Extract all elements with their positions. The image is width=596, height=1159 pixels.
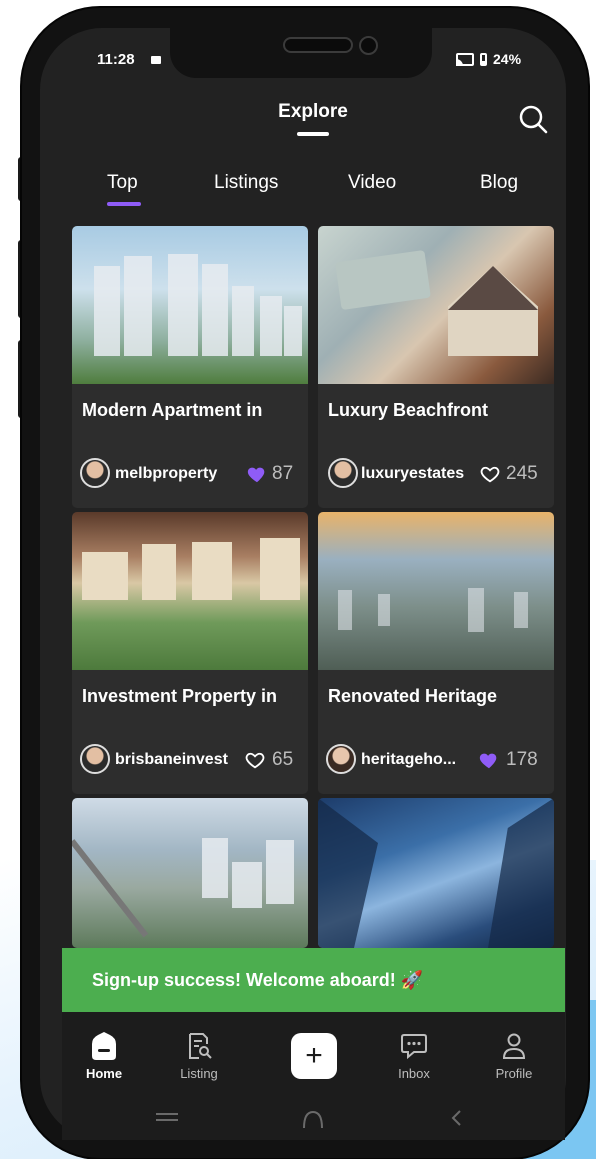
title-underline [297, 132, 329, 136]
listing-image [318, 226, 554, 384]
tab-blog[interactable]: Blog [480, 172, 518, 194]
listing-image [72, 512, 308, 670]
avatar[interactable] [80, 744, 110, 774]
nav-listing-label: Listing [180, 1066, 218, 1081]
plus-icon: + [305, 1039, 323, 1072]
tab-listings[interactable]: Listings [214, 172, 278, 194]
author-name[interactable]: heritageho... [361, 751, 456, 769]
home-icon [92, 1032, 116, 1060]
tab-top[interactable]: Top [107, 172, 138, 194]
listing-title: Investment Property in [82, 686, 278, 706]
active-tab-indicator [107, 202, 141, 206]
heart-outline-icon[interactable] [479, 463, 501, 485]
listing-image [72, 226, 308, 384]
home-gesture-icon[interactable] [301, 1108, 325, 1130]
status-time: 11:28 [97, 51, 135, 68]
nav-inbox[interactable]: Inbox [374, 1032, 454, 1081]
avatar[interactable] [80, 458, 110, 488]
tab-video[interactable]: Video [348, 172, 396, 194]
recent-apps-icon[interactable] [154, 1110, 180, 1124]
nav-home[interactable]: Home [64, 1032, 144, 1081]
page-title: Explore [278, 101, 348, 122]
like-count: 245 [506, 463, 538, 484]
cast-icon [456, 52, 474, 66]
user-icon [502, 1033, 526, 1059]
status-indicators: 24% [456, 51, 521, 67]
toast-notification: Sign-up success! Welcome aboard! 🚀 [62, 948, 565, 1012]
heart-filled-icon[interactable] [246, 463, 268, 485]
nav-listing[interactable]: Listing [159, 1032, 239, 1081]
heart-outline-icon[interactable] [244, 749, 266, 771]
speaker-grille [283, 37, 353, 53]
battery-icon [480, 52, 487, 66]
like-count: 65 [272, 749, 294, 770]
bottom-navigation: Home Listing + Inbox Profile [62, 1012, 565, 1096]
front-camera [359, 36, 378, 55]
listing-card[interactable]: Investment Property in brisbaneinvest 65 [72, 512, 308, 794]
avatar[interactable] [326, 744, 356, 774]
listing-card[interactable] [318, 798, 554, 948]
like-count: 87 [272, 463, 294, 484]
listing-search-icon [189, 1033, 212, 1059]
listing-card[interactable]: Renovated Heritage heritageho... 178 [318, 512, 554, 794]
listing-card[interactable]: Modern Apartment in melbproperty 87 [72, 226, 308, 508]
battery-level: 24% [493, 51, 522, 67]
add-listing-button[interactable]: + [291, 1033, 337, 1079]
nav-home-label: Home [85, 1066, 123, 1081]
nav-profile-label: Profile [495, 1066, 533, 1081]
listing-title: Modern Apartment in [82, 400, 263, 420]
listing-image [318, 798, 554, 948]
chat-bubble-icon [401, 1034, 427, 1060]
search-icon[interactable] [516, 102, 550, 136]
system-navigation-bar [62, 1096, 565, 1140]
listing-image [72, 798, 308, 948]
back-icon[interactable] [448, 1108, 464, 1128]
listing-card[interactable] [72, 798, 308, 948]
listing-title: Renovated Heritage [328, 686, 498, 706]
author-name[interactable]: brisbaneinvest [115, 751, 228, 769]
nav-inbox-label: Inbox [398, 1066, 430, 1081]
author-name[interactable]: luxuryestates [361, 465, 464, 483]
nav-profile[interactable]: Profile [474, 1032, 554, 1081]
screen-record-icon [151, 56, 161, 64]
avatar[interactable] [328, 458, 358, 488]
listing-card[interactable]: Luxury Beachfront luxuryestates 245 [318, 226, 554, 508]
author-name[interactable]: melbproperty [115, 465, 217, 483]
heart-filled-icon[interactable] [478, 749, 500, 771]
listing-title: Luxury Beachfront [328, 400, 489, 420]
notch [170, 28, 432, 78]
listing-image [318, 512, 554, 670]
like-count: 178 [506, 749, 538, 770]
